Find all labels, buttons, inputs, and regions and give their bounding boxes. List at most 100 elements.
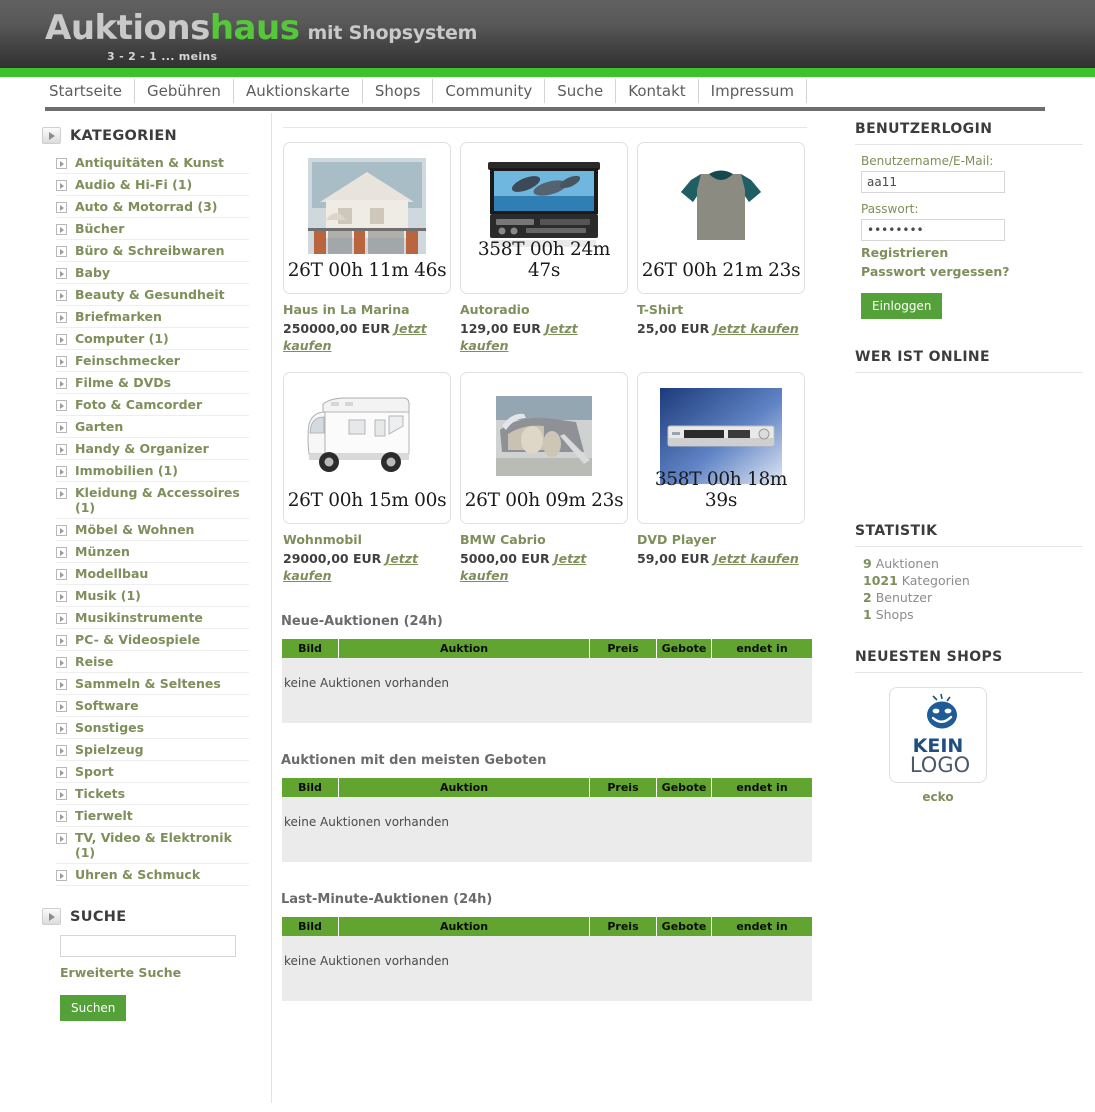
product-card[interactable]: 26T 00h 09m 23s — [460, 372, 628, 524]
category-link[interactable]: Sammeln & Seltenes — [75, 676, 221, 691]
shop-logo-placeholder[interactable]: KEIN LOGO — [889, 687, 987, 783]
category-link[interactable]: Reise — [75, 654, 113, 669]
category-item[interactable]: Feinschmecker — [56, 350, 249, 372]
category-link[interactable]: Bücher — [75, 221, 124, 236]
category-item[interactable]: Büro & Schreibwaren — [56, 240, 249, 262]
category-item[interactable]: Computer (1) — [56, 328, 249, 350]
product-title-link[interactable]: Autoradio — [460, 302, 628, 317]
category-link[interactable]: Garten — [75, 419, 123, 434]
category-link[interactable]: Modellbau — [75, 566, 148, 581]
category-link[interactable]: Tierwelt — [75, 808, 133, 823]
category-link[interactable]: Beauty & Gesundheit — [75, 287, 225, 302]
category-link[interactable]: Musik (1) — [75, 588, 141, 603]
category-link[interactable]: Münzen — [75, 544, 130, 559]
expand-category-icon — [56, 569, 67, 580]
category-link[interactable]: PC- & Videospiele — [75, 632, 200, 647]
category-item[interactable]: PC- & Videospiele — [56, 629, 249, 651]
category-item[interactable]: Sammeln & Seltenes — [56, 673, 249, 695]
product-card[interactable]: 358T 00h 18m 39s — [637, 372, 805, 524]
category-item[interactable]: Beauty & Gesundheit — [56, 284, 249, 306]
category-link[interactable]: Baby — [75, 265, 110, 280]
category-item[interactable]: Musik (1) — [56, 585, 249, 607]
category-link[interactable]: Möbel & Wohnen — [75, 522, 194, 537]
category-item[interactable]: Antiquitäten & Kunst — [56, 152, 249, 174]
nav-item-kontakt[interactable]: Kontakt — [616, 79, 699, 103]
product-title-link[interactable]: BMW Cabrio — [460, 532, 628, 547]
forgot-password-link[interactable]: Passwort vergessen? — [861, 264, 1083, 279]
category-item[interactable]: Immobilien (1) — [56, 460, 249, 482]
product-item: 358T 00h 18m 39s DVD Player 59,00 EUR Jetz… — [637, 372, 805, 584]
chevron-right-icon[interactable] — [42, 908, 61, 925]
nav-item-community[interactable]: Community — [433, 79, 546, 103]
nav-item-impressum[interactable]: Impressum — [699, 79, 808, 103]
nav-item-startseite[interactable]: Startseite — [45, 79, 135, 103]
category-item[interactable]: Bücher — [56, 218, 249, 240]
category-item[interactable]: Musikinstrumente — [56, 607, 249, 629]
category-link[interactable]: Uhren & Schmuck — [75, 867, 200, 882]
category-item[interactable]: Garten — [56, 416, 249, 438]
chevron-right-icon[interactable] — [42, 127, 61, 144]
product-title-link[interactable]: DVD Player — [637, 532, 805, 547]
category-item[interactable]: Tickets — [56, 783, 249, 805]
category-link[interactable]: Sonstiges — [75, 720, 144, 735]
search-input[interactable] — [60, 935, 236, 957]
category-link[interactable]: Handy & Organizer — [75, 441, 209, 456]
category-link[interactable]: Auto & Motorrad (3) — [75, 199, 218, 214]
nav-item-suche[interactable]: Suche — [545, 79, 617, 103]
product-card[interactable]: 358T 00h 24m 47s — [460, 142, 628, 294]
category-link[interactable]: Computer (1) — [75, 331, 169, 346]
category-item[interactable]: Spielzeug — [56, 739, 249, 761]
category-link[interactable]: Kleidung & Accessoires (1) — [75, 485, 249, 515]
category-item[interactable]: Baby — [56, 262, 249, 284]
category-link[interactable]: Feinschmecker — [75, 353, 180, 368]
category-item[interactable]: Möbel & Wohnen — [56, 519, 249, 541]
category-item[interactable]: Software — [56, 695, 249, 717]
login-button[interactable]: Einloggen — [861, 293, 943, 319]
password-input[interactable] — [861, 219, 1005, 241]
category-link[interactable]: Audio & Hi-Fi (1) — [75, 177, 192, 192]
category-link[interactable]: Sport — [75, 764, 114, 779]
category-item[interactable]: Handy & Organizer — [56, 438, 249, 460]
category-item[interactable]: Sport — [56, 761, 249, 783]
advanced-search-link[interactable]: Erweiterte Suche — [60, 965, 271, 980]
category-link[interactable]: Software — [75, 698, 139, 713]
category-item[interactable]: Briefmarken — [56, 306, 249, 328]
category-item[interactable]: Foto & Camcorder — [56, 394, 249, 416]
category-item[interactable]: Filme & DVDs — [56, 372, 249, 394]
product-card[interactable]: 26T 00h 11m 46s — [283, 142, 451, 294]
category-item[interactable]: Reise — [56, 651, 249, 673]
category-link[interactable]: TV, Video & Elektronik (1) — [75, 830, 249, 860]
category-link[interactable]: Filme & DVDs — [75, 375, 171, 390]
category-link[interactable]: Spielzeug — [75, 742, 144, 757]
category-item[interactable]: Tierwelt — [56, 805, 249, 827]
search-button[interactable]: Suchen — [60, 995, 127, 1021]
register-link[interactable]: Registrieren — [861, 245, 1083, 260]
category-link[interactable]: Tickets — [75, 786, 125, 801]
category-link[interactable]: Musikinstrumente — [75, 610, 203, 625]
category-link[interactable]: Büro & Schreibwaren — [75, 243, 225, 258]
product-title-link[interactable]: Haus in La Marina — [283, 302, 451, 317]
product-title-link[interactable]: T-Shirt — [637, 302, 805, 317]
category-item[interactable]: TV, Video & Elektronik (1) — [56, 827, 249, 864]
category-item[interactable]: Modellbau — [56, 563, 249, 585]
buy-now-link[interactable]: Jetzt kaufen — [714, 321, 799, 336]
product-card[interactable]: 26T 00h 15m 00s — [283, 372, 451, 524]
buy-now-link[interactable]: Jetzt kaufen — [714, 551, 799, 566]
category-item[interactable]: Auto & Motorrad (3) — [56, 196, 249, 218]
site-logo[interactable]: Auktionshaus mit Shopsystem 3 - 2 - 1 ...… — [45, 8, 477, 63]
category-item[interactable]: Uhren & Schmuck — [56, 864, 249, 886]
category-item[interactable]: Sonstiges — [56, 717, 249, 739]
username-input[interactable] — [861, 171, 1005, 193]
category-link[interactable]: Foto & Camcorder — [75, 397, 202, 412]
category-link[interactable]: Immobilien (1) — [75, 463, 178, 478]
category-item[interactable]: Münzen — [56, 541, 249, 563]
category-link[interactable]: Briefmarken — [75, 309, 162, 324]
category-link[interactable]: Antiquitäten & Kunst — [75, 155, 224, 170]
nav-item-shops[interactable]: Shops — [363, 79, 434, 103]
category-item[interactable]: Audio & Hi-Fi (1) — [56, 174, 249, 196]
nav-item-auktionskarte[interactable]: Auktionskarte — [234, 79, 363, 103]
product-card[interactable]: 26T 00h 21m 23s — [637, 142, 805, 294]
category-item[interactable]: Kleidung & Accessoires (1) — [56, 482, 249, 519]
product-title-link[interactable]: Wohnmobil — [283, 532, 451, 547]
nav-item-geb-hren[interactable]: Gebühren — [135, 79, 234, 103]
